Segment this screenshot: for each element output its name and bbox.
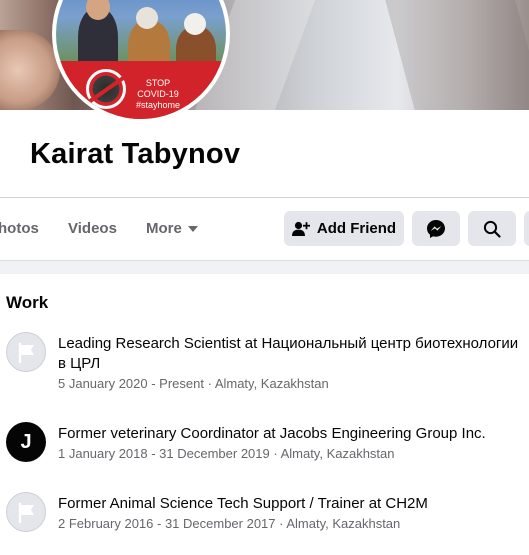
add-friend-button[interactable]: Add Friend	[284, 211, 404, 246]
add-friend-label: Add Friend	[316, 220, 397, 237]
work-item-details: 2 February 2016 - 31 December 2017 · Alm…	[58, 516, 401, 531]
work-item-title[interactable]: Former veterinary Coordinator at Jacobs …	[58, 424, 528, 444]
work-section-title: Work	[6, 293, 49, 312]
flag-icon[interactable]	[6, 492, 46, 532]
virus-icon	[86, 69, 126, 109]
work-item-title[interactable]: Former Animal Science Tech Support / Tra…	[58, 494, 528, 514]
jacobs-logo-icon[interactable]: J	[6, 422, 46, 462]
avatar-image: STOP COVID-19 #stayhome	[56, 0, 226, 119]
covid-frame-band: STOP COVID-19 #stayhome	[56, 61, 226, 119]
work-item-details: 5 January 2020 - Present · Almaty, Kazak…	[58, 376, 329, 391]
work-item-title[interactable]: Leading Research Scientist at Национальн…	[58, 334, 528, 374]
section-separator	[0, 260, 529, 274]
add-friend-icon	[291, 221, 310, 236]
covid-frame-text: STOP COVID-19 #stayhome	[135, 78, 181, 110]
flag-icon[interactable]	[6, 332, 46, 372]
caret-down-icon	[187, 226, 198, 232]
tab-more[interactable]: More	[146, 220, 198, 237]
messenger-icon	[427, 219, 445, 238]
tab-photos[interactable]: hotos	[0, 220, 39, 237]
profile-avatar[interactable]: STOP COVID-19 #stayhome	[52, 0, 230, 123]
tab-videos[interactable]: Videos	[68, 220, 117, 237]
cover-photo-face	[0, 30, 60, 110]
work-item-details: 1 January 2018 - 31 December 2019 · Alma…	[58, 446, 395, 461]
messenger-button[interactable]	[412, 211, 460, 246]
tab-more-label: More	[146, 220, 182, 237]
profile-name: Kairat Tabynov	[30, 138, 241, 170]
search-icon	[483, 220, 501, 238]
divider	[0, 197, 529, 198]
more-options-button[interactable]	[524, 211, 529, 246]
search-button[interactable]	[468, 211, 516, 246]
